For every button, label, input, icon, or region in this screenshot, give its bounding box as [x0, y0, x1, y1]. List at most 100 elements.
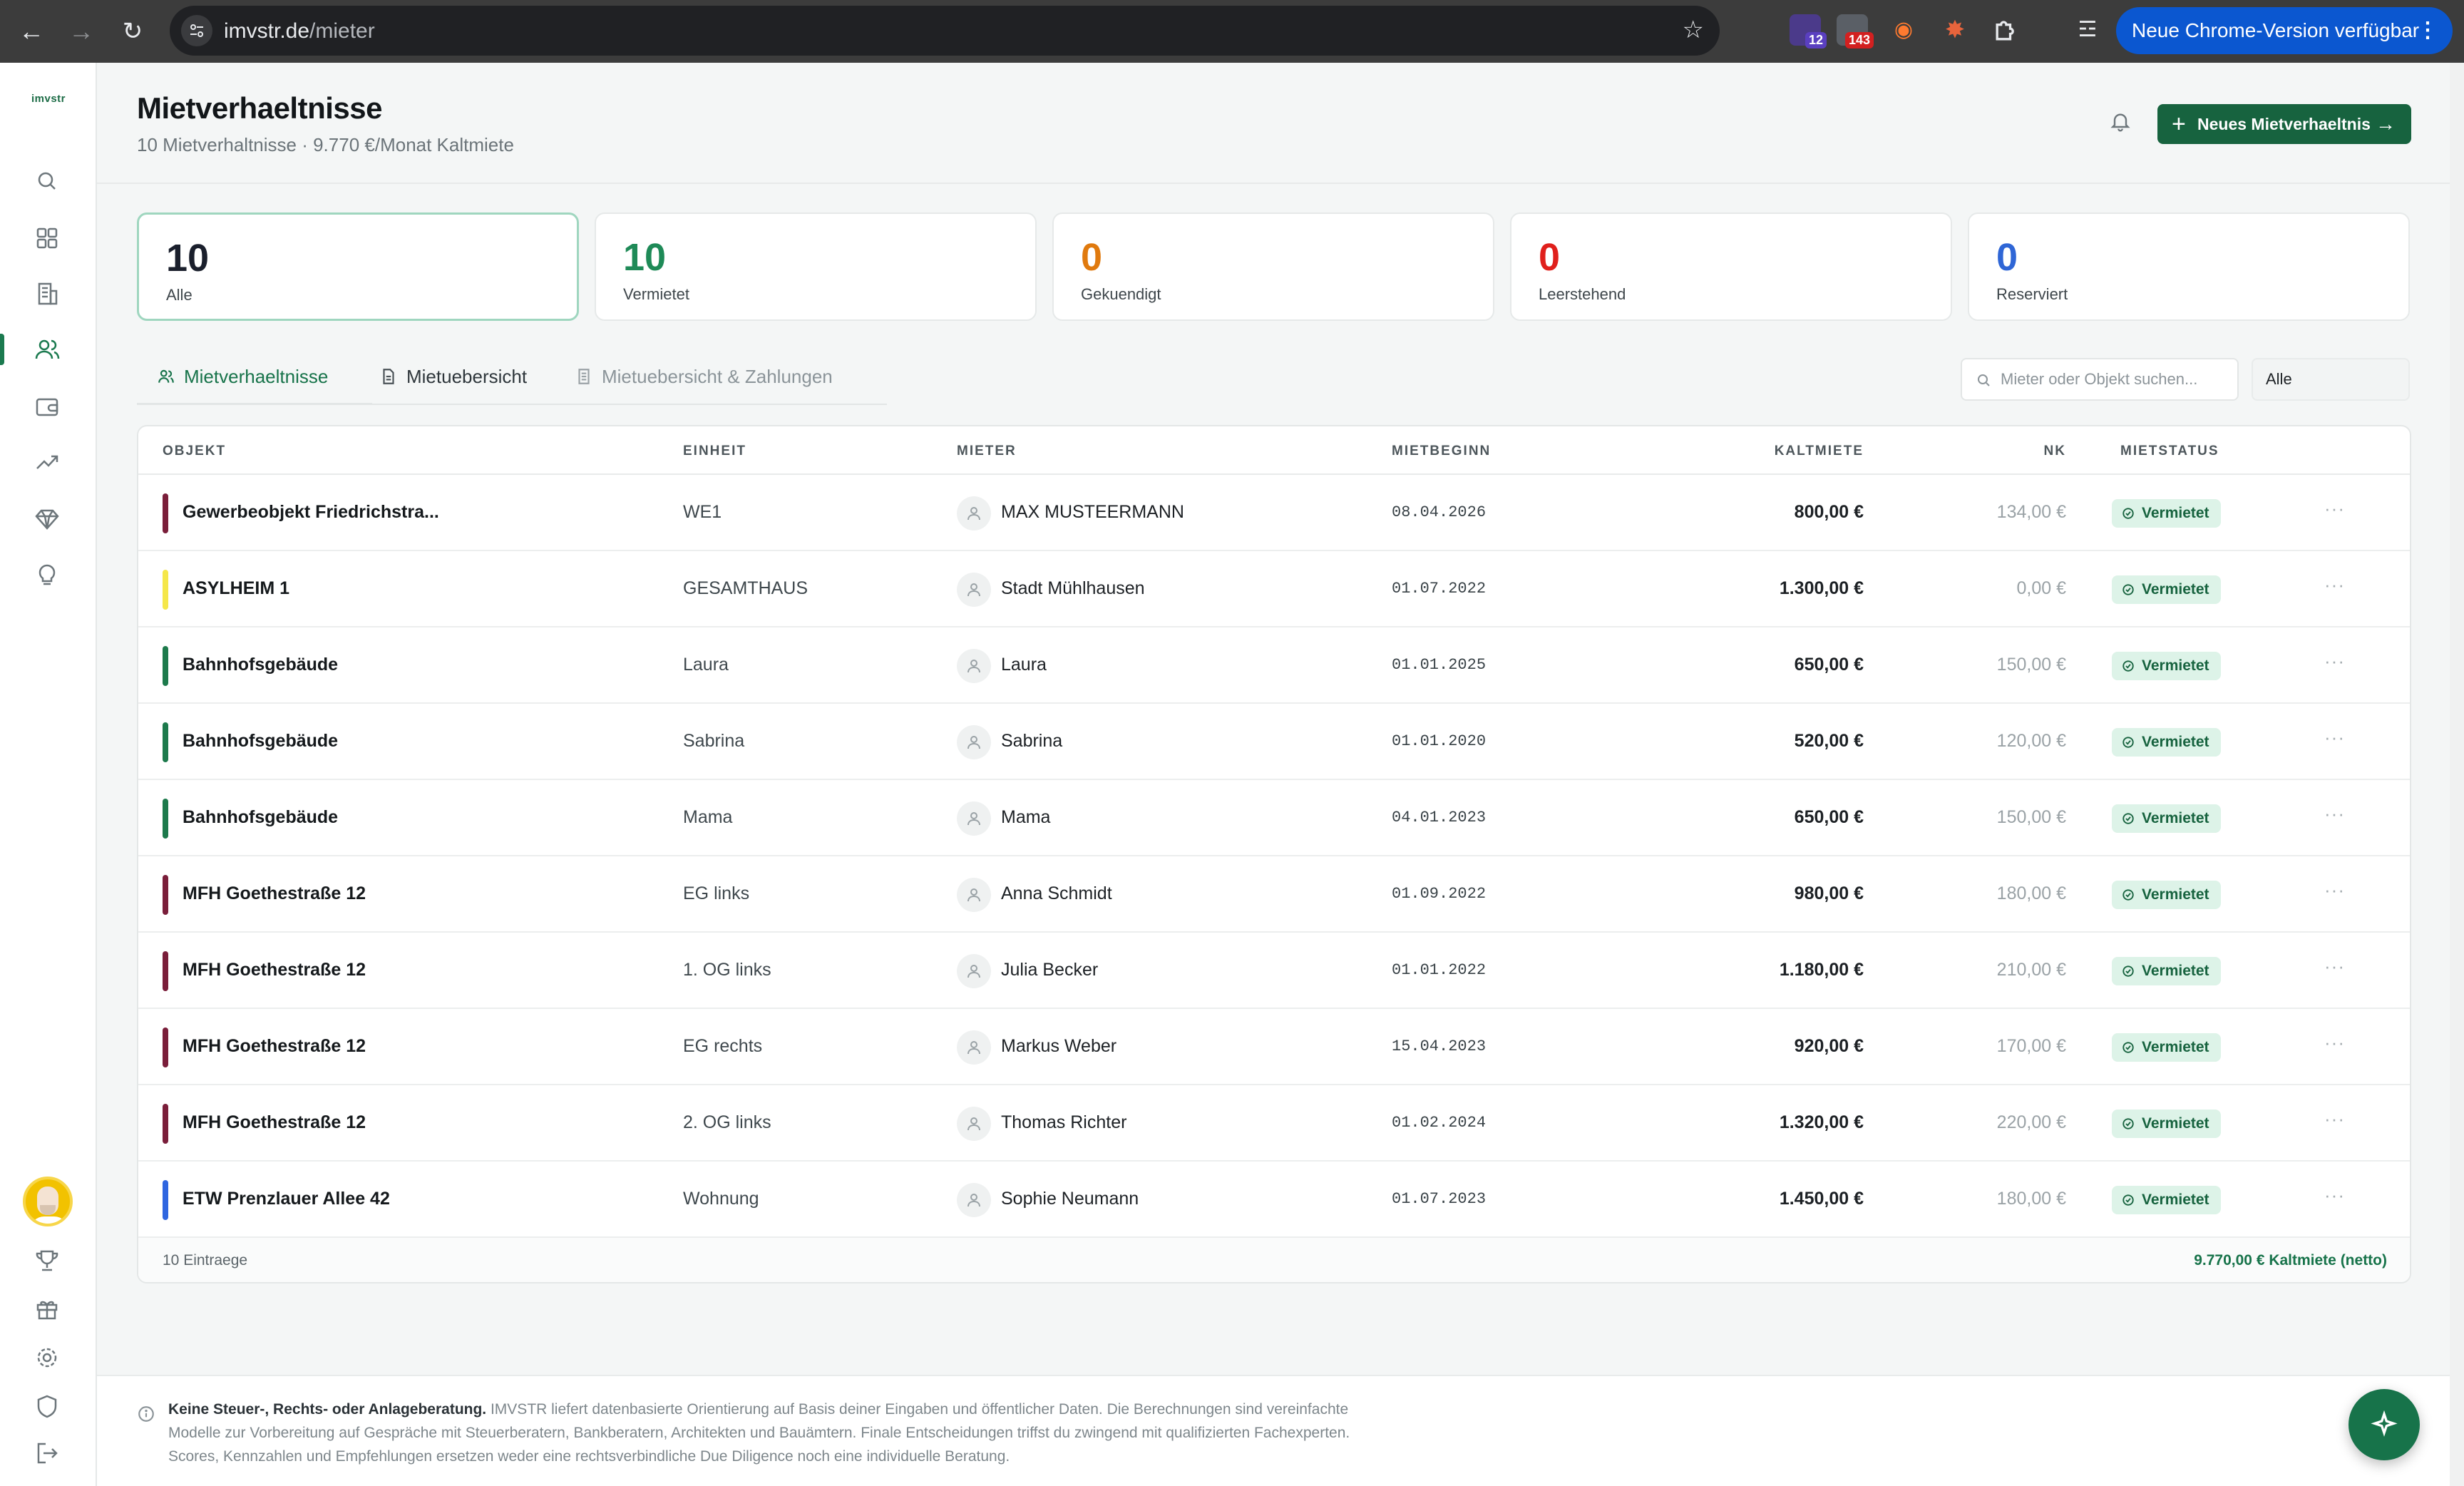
cell-mietbeginn: 01.02.2024	[1392, 1114, 1487, 1132]
brand-logo[interactable]: imvstr	[0, 93, 97, 105]
dashboard-icon[interactable]	[31, 222, 63, 254]
cell-einheit: 2. OG links	[683, 1112, 771, 1132]
cell-kaltmiete: 1.180,00 €	[1779, 960, 1864, 980]
table-row[interactable]: MFH Goethestraße 12 EG links Anna Schmidt 0…	[138, 856, 2410, 933]
check-circle-icon	[2122, 1194, 2134, 1206]
bookmark-star-icon[interactable]: ☆	[1683, 16, 1704, 44]
table-row[interactable]: ASYLHEIM 1 GESAMTHAUS Stadt Mühlhausen 01.0…	[138, 551, 2410, 627]
table-row[interactable]: MFH Goethestraße 12 1. OG links Julia Beck…	[138, 933, 2410, 1009]
row-menu-icon[interactable]: ···	[2324, 1032, 2345, 1054]
sparkle-extension-icon[interactable]: ✸	[1939, 14, 1971, 46]
reload-icon[interactable]: ↻	[117, 16, 148, 47]
column-header-mieter[interactable]: MIETER	[957, 444, 1017, 459]
column-header-mietstatus[interactable]: MIETSTATUS	[2120, 444, 2219, 459]
stat-card-leerstehend[interactable]: 0 Leerstehend	[1510, 212, 1952, 321]
bell-icon[interactable]	[2109, 110, 2132, 133]
stat-card-alle[interactable]: 10 Alle	[137, 212, 579, 321]
column-header-nk[interactable]: NK	[1992, 444, 2066, 459]
cell-objekt: Bahnhofsgebäude	[183, 807, 339, 827]
row-menu-icon[interactable]: ···	[2324, 1184, 2345, 1206]
table-row[interactable]: ETW Prenzlauer Allee 42 Wohnung Sophie Neu…	[138, 1162, 2410, 1238]
info-icon	[138, 1406, 154, 1422]
stat-card-gekuendigt[interactable]: 0 Gekuendigt	[1052, 212, 1494, 321]
cell-mieter[interactable]: Markus Weber	[1001, 1036, 1116, 1057]
search-icon[interactable]	[31, 165, 63, 197]
site-info-icon[interactable]	[181, 15, 212, 46]
arrow-right-icon: →	[2376, 113, 2396, 135]
shield-icon[interactable]	[31, 1390, 63, 1422]
cell-mieter[interactable]: MAX MUSTEERMANN	[1001, 502, 1184, 523]
table-row[interactable]: Bahnhofsgebäude Laura Laura 01.01.2025 650,0…	[138, 627, 2410, 704]
cell-einheit: Wohnung	[683, 1189, 759, 1209]
row-menu-icon[interactable]: ···	[2324, 955, 2345, 978]
column-header-kaltmiete[interactable]: KALTMIETE	[1730, 444, 1864, 459]
table-row[interactable]: Gewerbeobjekt Friedrichstra... WE1 MAX MUS…	[138, 475, 2410, 551]
cell-mieter[interactable]: Laura	[1001, 655, 1047, 675]
fox-extension-icon[interactable]: ◉	[1888, 14, 1919, 46]
user-avatar[interactable]	[23, 1177, 73, 1226]
object-color-marker	[163, 799, 168, 839]
profile-icon[interactable]: ☲	[2072, 14, 2103, 46]
search-box[interactable]	[1961, 358, 2239, 401]
row-menu-icon[interactable]: ···	[2324, 803, 2345, 825]
cell-kaltmiete: 800,00 €	[1794, 502, 1864, 522]
row-menu-icon[interactable]: ···	[2324, 650, 2345, 672]
cell-mieter[interactable]: Sabrina	[1001, 731, 1062, 752]
cell-kaltmiete: 650,00 €	[1794, 807, 1864, 827]
stat-value: 0	[1996, 236, 2018, 279]
address-bar[interactable]: imvstr.de/mieter ☆	[170, 6, 1720, 56]
row-menu-icon[interactable]: ···	[2324, 574, 2345, 596]
cell-mieter[interactable]: Anna Schmidt	[1001, 883, 1112, 904]
forward-arrow-icon[interactable]: →	[66, 16, 97, 47]
trend-icon[interactable]	[31, 446, 63, 478]
object-color-marker	[163, 951, 168, 991]
cell-mieter[interactable]: Thomas Richter	[1001, 1112, 1126, 1133]
table-row[interactable]: Bahnhofsgebäude Mama Mama 04.01.2023 650,00 …	[138, 780, 2410, 856]
table-row[interactable]: MFH Goethestraße 12 EG rechts Markus Weber…	[138, 1009, 2410, 1085]
cell-objekt: Bahnhofsgebäude	[183, 655, 339, 675]
column-header-mietbeginn[interactable]: MIETBEGINN	[1392, 444, 1491, 459]
gift-icon[interactable]	[31, 1293, 63, 1325]
cell-nk: 180,00 €	[1996, 883, 2066, 903]
gear-icon[interactable]	[31, 1342, 63, 1373]
cell-mieter[interactable]: Sophie Neumann	[1001, 1189, 1139, 1209]
cell-mietbeginn: 01.09.2022	[1392, 885, 1487, 903]
tab-mietuebersicht-zahlungen[interactable]: Mietuebersicht & Zahlungen	[575, 357, 833, 396]
row-menu-icon[interactable]: ···	[2324, 727, 2345, 749]
new-tenancy-button[interactable]: + Neues Mietverhaeltnis →	[2157, 104, 2411, 144]
diamond-icon[interactable]	[31, 503, 63, 535]
tab-mietverhaeltnisse[interactable]: Mietverhaeltnisse	[157, 357, 328, 396]
cell-mieter[interactable]: Stadt Mühlhausen	[1001, 578, 1145, 599]
chrome-update-button[interactable]: Neue Chrome-Version verfügbar ⋮	[2116, 7, 2453, 54]
row-menu-icon[interactable]: ···	[2324, 498, 2345, 520]
stat-card-vermietet[interactable]: 10 Vermietet	[595, 212, 1037, 321]
back-arrow-icon[interactable]: ←	[16, 16, 47, 47]
tab-mietuebersicht[interactable]: Mietuebersicht	[379, 357, 527, 396]
wallet-icon[interactable]	[31, 391, 63, 422]
table-row[interactable]: MFH Goethestraße 12 2. OG links Thomas Ric…	[138, 1085, 2410, 1162]
table-row[interactable]: Bahnhofsgebäude Sabrina Sabrina 01.01.2020 5…	[138, 704, 2410, 780]
document-list-icon	[578, 369, 590, 384]
object-color-marker	[163, 570, 168, 610]
puzzle-icon[interactable]	[1991, 14, 2022, 46]
lightbulb-icon[interactable]	[31, 559, 63, 590]
search-input[interactable]	[2001, 367, 2229, 392]
cell-mieter[interactable]: Julia Becker	[1001, 960, 1098, 980]
status-filter-select[interactable]: Alle	[2252, 358, 2410, 401]
trophy-icon[interactable]	[31, 1245, 63, 1276]
column-header-einheit[interactable]: EINHEIT	[683, 444, 746, 459]
extension-icon[interactable]: 12	[1790, 14, 1827, 48]
stat-card-reserviert[interactable]: 0 Reserviert	[1968, 212, 2410, 321]
column-header-objekt[interactable]: OBJEKT	[163, 444, 226, 459]
status-badge: Vermietet	[2112, 957, 2221, 985]
tenants-icon[interactable]	[31, 334, 63, 365]
extension-icon[interactable]: 143	[1837, 14, 1874, 48]
cell-mieter[interactable]: Mama	[1001, 807, 1050, 828]
row-menu-icon[interactable]: ···	[2324, 879, 2345, 901]
ai-assistant-button[interactable]	[2348, 1389, 2420, 1460]
logout-icon[interactable]	[31, 1438, 63, 1469]
row-menu-icon[interactable]: ···	[2324, 1108, 2345, 1130]
scrollbar[interactable]	[2450, 63, 2464, 1486]
buildings-icon[interactable]	[31, 278, 63, 309]
cell-mietbeginn: 01.07.2023	[1392, 1190, 1487, 1208]
